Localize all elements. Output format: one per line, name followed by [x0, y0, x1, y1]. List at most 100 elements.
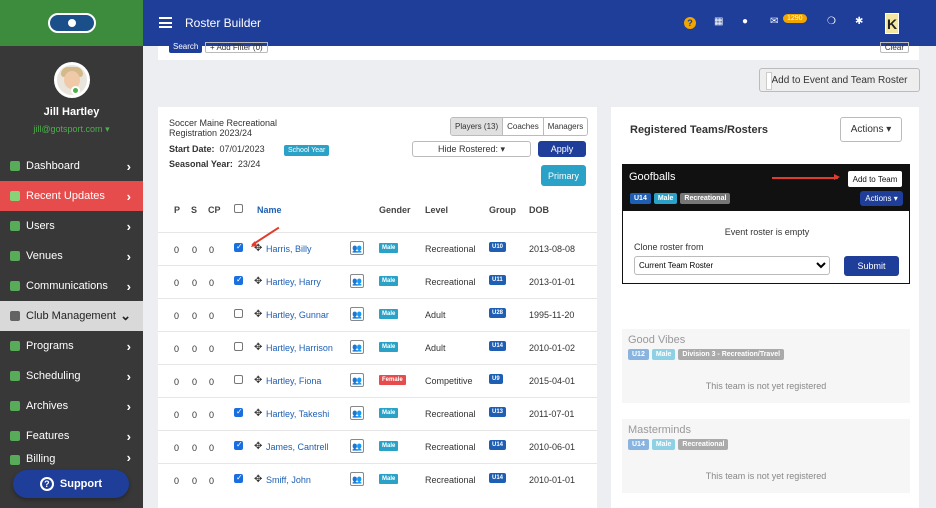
team-roster-icon[interactable]: 👥 [350, 340, 364, 354]
player-name-link[interactable]: Smiff, John [266, 475, 311, 485]
team-actions-dropdown[interactable]: Actions ▾ [860, 191, 903, 206]
row-checkbox[interactable] [234, 440, 243, 450]
col-dob: DOB [529, 205, 549, 215]
table-row[interactable]: 0 0 0 ✥ Hartley, Harry 👥 Male Recreation… [158, 265, 597, 298]
user-icon[interactable]: ● [742, 16, 748, 27]
team-tags: U14 Male Recreational [628, 439, 729, 450]
users-icon [10, 221, 20, 231]
drag-handle-icon[interactable]: ✥ [254, 375, 262, 386]
row-checkbox[interactable] [234, 407, 243, 417]
refresh-icon [10, 191, 20, 201]
archive-icon [10, 401, 20, 411]
team-roster-icon[interactable]: 👥 [350, 406, 364, 420]
clear-button[interactable]: Clear [879, 42, 909, 53]
sidebar-item-users[interactable]: Users › [0, 211, 143, 241]
row-checkbox[interactable] [234, 275, 243, 285]
help-icon[interactable]: ? [684, 17, 696, 29]
table-row[interactable]: 0 0 0 ✥ Smiff, John 👥 Male Recreational … [158, 463, 597, 496]
chevron-right-icon: › [126, 451, 131, 465]
team-roster-icon[interactable]: 👥 [350, 241, 364, 255]
player-name-link[interactable]: Hartley, Gunnar [266, 310, 329, 320]
add-to-event-button[interactable]: Add to Event and Team Roster [759, 68, 920, 92]
tab-managers[interactable]: Managers [544, 118, 588, 135]
col-name[interactable]: Name [257, 205, 282, 215]
submit-button[interactable]: Submit [844, 256, 899, 276]
gender-badge: Male [379, 243, 399, 253]
team-roster-icon[interactable]: 👥 [350, 274, 364, 288]
sidebar-item-club-management[interactable]: Club Management ⌄ [0, 301, 143, 331]
group-badge: U11 [489, 275, 506, 285]
sidebar-item-venues[interactable]: Venues › [0, 241, 143, 271]
sidebar-item-billing[interactable]: Billing › [0, 451, 143, 465]
cell-s: 0 [192, 410, 198, 420]
gender-badge: Female [379, 375, 406, 385]
org-logo-icon[interactable]: K [885, 13, 899, 34]
add-filter-button[interactable]: + Add Filter (0) [205, 42, 268, 53]
table-row[interactable]: 0 0 0 ✥ Hartley, Gunnar 👥 Male Adult U28… [158, 298, 597, 331]
drag-handle-icon[interactable]: ✥ [254, 408, 262, 419]
row-checkbox[interactable] [234, 375, 243, 384]
clone-roster-select[interactable]: Current Team Roster [634, 256, 830, 275]
chevron-right-icon: › [126, 428, 131, 444]
actions-dropdown[interactable]: Actions ▾ [840, 117, 902, 142]
apply-button[interactable]: Apply [538, 141, 586, 157]
col-cp: CP [208, 205, 221, 215]
team-roster-icon[interactable]: 👥 [350, 472, 364, 486]
user-email[interactable]: jill@gotsport.com ▾ [0, 124, 143, 135]
team-roster-icon[interactable]: 👥 [350, 373, 364, 387]
sidebar-item-scheduling[interactable]: Scheduling › [0, 361, 143, 391]
tab-players[interactable]: Players (13) [451, 118, 504, 135]
drag-handle-icon[interactable]: ✥ [254, 474, 262, 485]
player-name-link[interactable]: Hartley, Harrison [266, 343, 333, 353]
table-row[interactable]: 0 0 0 ✥ Hartley, Takeshi 👥 Male Recreati… [158, 397, 597, 430]
player-name-link[interactable]: Hartley, Harry [266, 277, 321, 287]
club-logo[interactable] [47, 13, 96, 33]
tag-gender: Male [651, 439, 676, 450]
sidebar-item-features[interactable]: Features › [0, 421, 143, 451]
tab-coaches[interactable]: Coaches [503, 118, 544, 135]
row-checkbox[interactable] [234, 342, 243, 351]
table-row[interactable]: 0 0 0 ✥ Harris, Billy 👥 Male Recreationa… [158, 232, 597, 265]
sidebar-item-communications[interactable]: Communications › [0, 271, 143, 301]
team-roster-icon[interactable]: 👥 [350, 439, 364, 453]
row-checkbox[interactable] [234, 473, 243, 483]
team-tags: U12 Male Division 3 - Recreation/Travel [628, 349, 785, 360]
select-all-checkbox[interactable] [234, 204, 243, 213]
mail-icon[interactable]: ✉ [770, 16, 778, 27]
cell-cp: 0 [209, 344, 215, 354]
primary-button[interactable]: Primary [541, 165, 586, 186]
drag-handle-icon[interactable]: ✥ [254, 276, 262, 287]
player-name-link[interactable]: Hartley, Takeshi [266, 409, 329, 419]
cell-dob: 2010-06-01 [529, 442, 576, 452]
drag-handle-icon[interactable]: ✥ [254, 441, 262, 452]
cell-level: Recreational [425, 409, 476, 419]
row-checkbox[interactable] [234, 309, 243, 318]
tag-gender: Male [651, 349, 676, 360]
col-s: S [191, 205, 198, 215]
search-button[interactable]: Search [169, 42, 203, 53]
chat-icon[interactable]: ❍ [827, 16, 836, 27]
sidebar-item-programs[interactable]: Programs › [0, 331, 143, 361]
sidebar-item-archives[interactable]: Archives › [0, 391, 143, 421]
row-checkbox[interactable] [234, 242, 243, 252]
player-name-link[interactable]: Harris, Billy [266, 244, 312, 254]
chevron-down-icon: ⌄ [120, 308, 131, 323]
support-button[interactable]: ? Support [13, 470, 129, 498]
add-to-team-button[interactable]: Add to Team [848, 171, 902, 187]
hide-rostered-dropdown[interactable]: Hide Rostered: ▾ [412, 141, 531, 157]
grid-icon[interactable]: ▦ [714, 16, 723, 27]
player-name-link[interactable]: Hartley, Fiona [266, 376, 321, 386]
hamburger-menu-icon[interactable] [159, 17, 172, 28]
sidebar-item-recent-updates[interactable]: Recent Updates › [0, 181, 143, 211]
cell-s: 0 [192, 344, 198, 354]
player-name-link[interactable]: James, Cantrell [266, 442, 329, 452]
sidebar-item-dashboard[interactable]: Dashboard › [0, 151, 143, 181]
gear-icon[interactable]: ✱ [855, 16, 863, 27]
table-row[interactable]: 0 0 0 ✥ Hartley, Harrison 👥 Male Adult U… [158, 331, 597, 364]
drag-handle-icon[interactable]: ✥ [254, 309, 262, 320]
table-row[interactable]: 0 0 0 ✥ Hartley, Fiona 👥 Female Competit… [158, 364, 597, 397]
team-roster-icon[interactable]: 👥 [350, 307, 364, 321]
drag-handle-icon[interactable]: ✥ [254, 342, 262, 353]
table-row[interactable]: 0 0 0 ✥ James, Cantrell 👥 Male Recreatio… [158, 430, 597, 463]
cell-s: 0 [192, 245, 198, 255]
